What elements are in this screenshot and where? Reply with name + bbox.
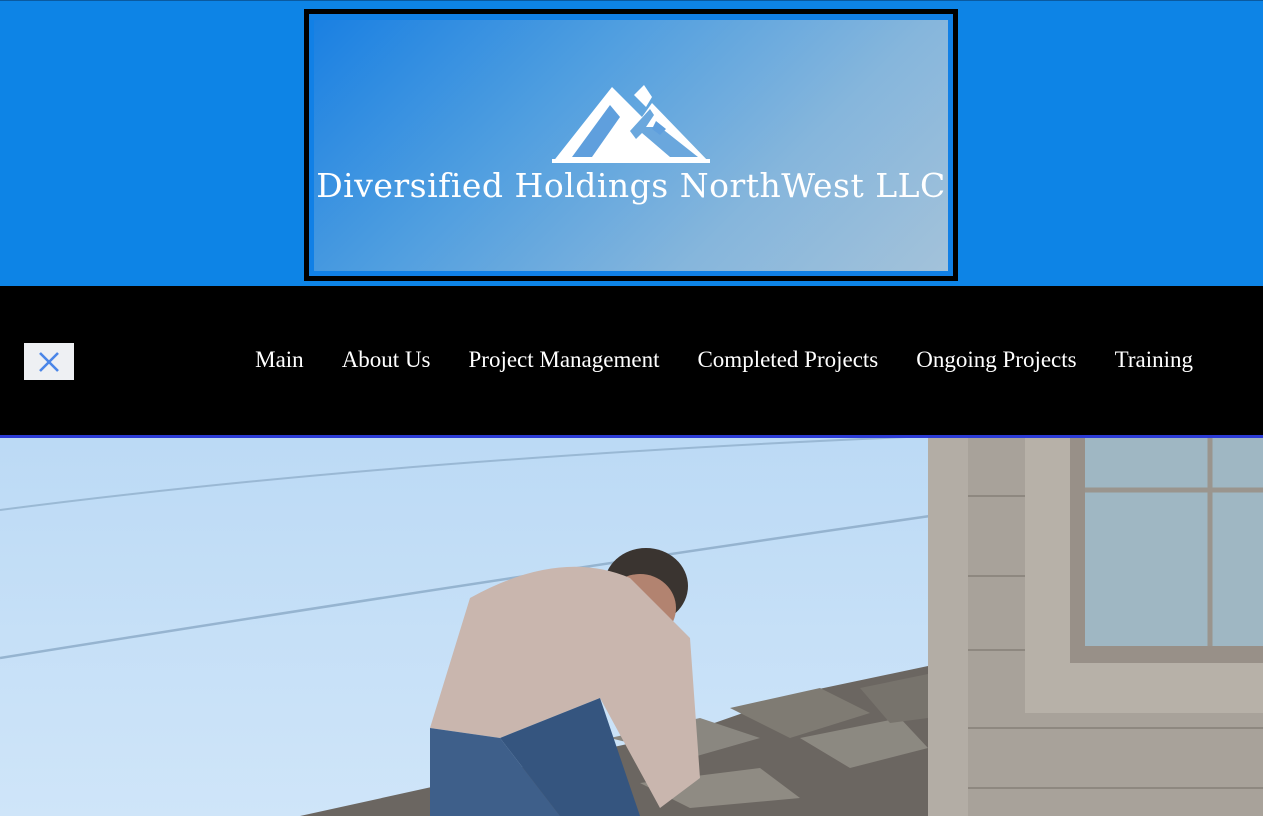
mountain-logo-icon xyxy=(552,85,710,163)
logo-panel: Diversified Holdings NorthWest LLC xyxy=(314,20,948,271)
nav-item-ongoing-projects[interactable]: Ongoing Projects xyxy=(916,347,1076,373)
main-navigation: Main About Us Project Management Complet… xyxy=(0,286,1263,438)
close-menu-button[interactable] xyxy=(24,343,74,380)
nav-item-main[interactable]: Main xyxy=(255,347,304,373)
brand-name: Diversified Holdings NorthWest LLC xyxy=(316,166,946,205)
nav-item-training[interactable]: Training xyxy=(1115,347,1193,373)
nav-links: Main About Us Project Management Complet… xyxy=(255,347,1193,373)
hero-image xyxy=(0,438,1263,816)
nav-item-about-us[interactable]: About Us xyxy=(342,347,431,373)
nav-item-completed-projects[interactable]: Completed Projects xyxy=(697,347,878,373)
roofer-on-roof-photo xyxy=(0,438,1263,816)
site-header: Diversified Holdings NorthWest LLC xyxy=(0,0,1263,286)
logo-frame[interactable]: Diversified Holdings NorthWest LLC xyxy=(304,9,958,281)
logo-border: Diversified Holdings NorthWest LLC xyxy=(309,14,953,276)
nav-item-project-management[interactable]: Project Management xyxy=(469,347,660,373)
close-icon xyxy=(39,351,59,372)
